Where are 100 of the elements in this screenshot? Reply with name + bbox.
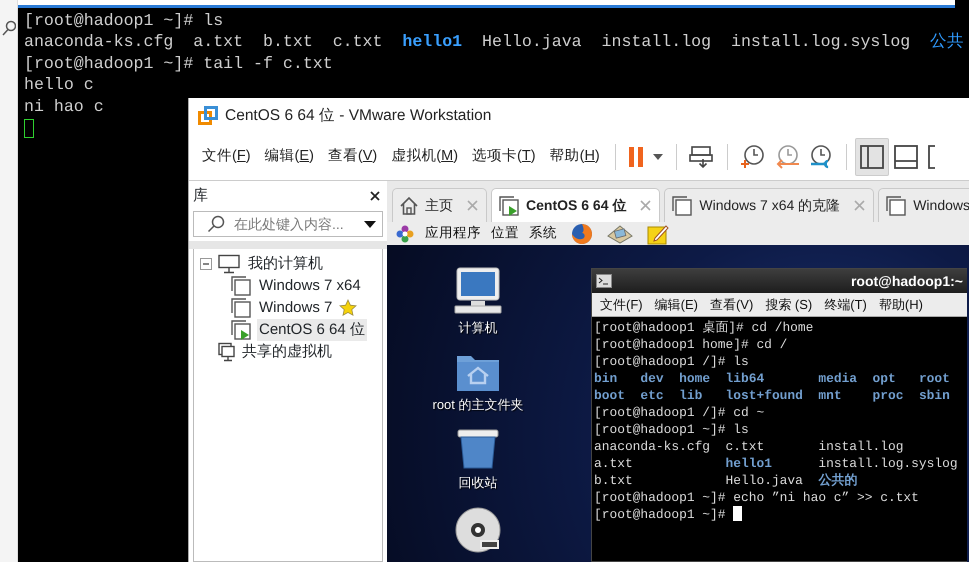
file-name: 公共的	[818, 472, 858, 489]
panel-title: 库	[193, 186, 208, 206]
file-name: install.log.syslog	[818, 455, 958, 472]
menu-item[interactable]: 帮助(H)	[542, 142, 607, 172]
file-name: Hello.java	[482, 31, 582, 53]
menu-item[interactable]: 查看(V)	[710, 294, 754, 314]
panel-menu[interactable]: 应用程序	[425, 223, 481, 244]
terminal-line: ni hao c	[24, 96, 104, 117]
trash-icon[interactable]	[456, 428, 500, 470]
tree-item[interactable]: CentOS 6 64 位	[257, 318, 367, 342]
menu-item[interactable]: 文件(F)	[600, 294, 643, 314]
menu-item[interactable]: 查看(V)	[320, 142, 384, 172]
menu-item[interactable]: 虚拟机(M)	[384, 142, 466, 172]
file-name: anaconda-ks.cfg	[594, 438, 710, 455]
file-name: home	[679, 370, 710, 387]
tab[interactable]: Windows 7 x64 的克隆	[664, 188, 874, 222]
tab[interactable]: CentOS 6 64 位	[491, 188, 660, 222]
terminal-cursor	[733, 506, 742, 521]
file-name: Hello.java	[726, 472, 803, 489]
file-name: b.txt	[594, 472, 634, 489]
terminal-line: [root@hadoop1 /]# cd ~	[594, 404, 766, 421]
close-icon[interactable]	[369, 190, 381, 202]
file-name: 公共	[930, 31, 964, 53]
menu-item[interactable]: 编辑(E)	[654, 294, 698, 314]
menu-item[interactable]: 搜索 (S)	[765, 294, 812, 314]
running-vm-icon	[498, 194, 520, 216]
file-name: install.log	[602, 31, 712, 53]
file-name: boot	[594, 387, 625, 404]
tab[interactable]: 主页	[392, 188, 487, 222]
terminal-line: [root@hadoop1 ~]#	[594, 507, 726, 522]
tree-item[interactable]: Windows 7	[257, 296, 334, 320]
file-name: hello1	[402, 31, 462, 53]
disc-icon[interactable]	[455, 506, 501, 552]
terminal-line: [root@hadoop1 ~]# echo ”ni hao c” >> c.txt	[594, 489, 920, 506]
file-name: proc	[872, 387, 904, 404]
caret-icon	[652, 152, 664, 162]
file-name: sbin	[918, 387, 950, 404]
tree-item[interactable]: 共享的虚拟机	[240, 340, 334, 364]
file-name: dev	[640, 370, 664, 387]
terminal-line: [root@hadoop1 /]# ls	[594, 353, 750, 370]
vm-icon	[671, 194, 694, 216]
terminal-line: [root@hadoop1 ~]# tail -f c.txt	[24, 52, 333, 74]
icon-label: 回收站	[458, 474, 498, 492]
vm-icon	[885, 194, 908, 216]
file-name: media	[818, 370, 858, 387]
menu-item[interactable]: 文件(F)	[195, 142, 258, 172]
file-name: install.log.syslog	[731, 31, 910, 53]
menu-item[interactable]: 终端(T)	[824, 294, 867, 314]
icon-label: 计算机	[458, 319, 498, 337]
terminal-cursor	[24, 118, 34, 138]
tree-item[interactable]: 我的计算机	[246, 252, 325, 276]
terminal-line: [root@hadoop1 桌面]# cd /home	[594, 319, 814, 336]
search-field[interactable]: 在此处键入内容...	[193, 211, 383, 237]
file-name: c.txt	[726, 438, 766, 455]
menu-item[interactable]: 编辑(E)	[258, 142, 321, 172]
terminal-line: hello c	[24, 74, 94, 96]
browser-icon[interactable]	[571, 222, 593, 244]
note-icon[interactable]	[647, 222, 669, 244]
search-icon	[207, 215, 225, 233]
file-name: b.txt	[262, 31, 313, 53]
search-icon[interactable]	[2, 20, 16, 36]
file-name: root	[918, 370, 950, 387]
file-name: mnt	[818, 387, 843, 404]
caret-icon[interactable]	[364, 220, 376, 228]
collapse-icon[interactable]	[200, 258, 212, 270]
computer-icon[interactable]	[453, 267, 503, 315]
window-title: CentOS 6 64 位 - VMware Workstation	[225, 106, 492, 126]
panel-layout-icon	[892, 144, 919, 170]
menu-item[interactable]: 帮助(H)	[878, 294, 923, 314]
file-name: etc	[640, 387, 664, 404]
terminal-line: [root@hadoop1 ~]# ls	[24, 10, 224, 32]
panel-menu[interactable]: 位置	[491, 223, 519, 244]
menu-item[interactable]: 选项卡(T)	[465, 142, 543, 172]
file-name: lib64	[726, 370, 766, 387]
toolbar-button[interactable]	[854, 138, 889, 176]
file-name: a.txt	[193, 31, 244, 53]
file-name: install.log	[818, 438, 904, 455]
apps-logo-icon	[395, 224, 415, 244]
file-name: anaconda-ks.cfg	[24, 31, 174, 53]
icon-label: root 的主文件夹	[432, 396, 524, 414]
app-logo-icon	[198, 106, 218, 126]
terminal-line: [root@hadoop1 home]# cd /	[594, 336, 788, 353]
file-name: lost+found	[726, 387, 803, 404]
file-name: lib	[679, 387, 704, 404]
home-icon	[399, 196, 419, 216]
keyboard-arrow-icon	[688, 144, 715, 170]
monitor-icon	[217, 342, 235, 362]
pause-icon	[628, 145, 644, 169]
file-name: bin	[594, 370, 618, 387]
terminal-icon	[596, 274, 612, 288]
monitor-icon	[217, 254, 241, 274]
file-name: opt	[872, 370, 897, 387]
terminal-line: [root@hadoop1 ~]# ls	[594, 421, 750, 438]
tree-item[interactable]: Windows 7 x64	[257, 274, 363, 298]
sidebar-layout-icon	[858, 144, 885, 170]
photo-icon[interactable]	[607, 224, 633, 244]
bracket-icon	[926, 144, 937, 170]
panel-menu[interactable]: 系统	[529, 223, 557, 244]
file-name: a.txt	[594, 455, 634, 472]
window-title: root@hadoop1:~	[850, 272, 963, 291]
